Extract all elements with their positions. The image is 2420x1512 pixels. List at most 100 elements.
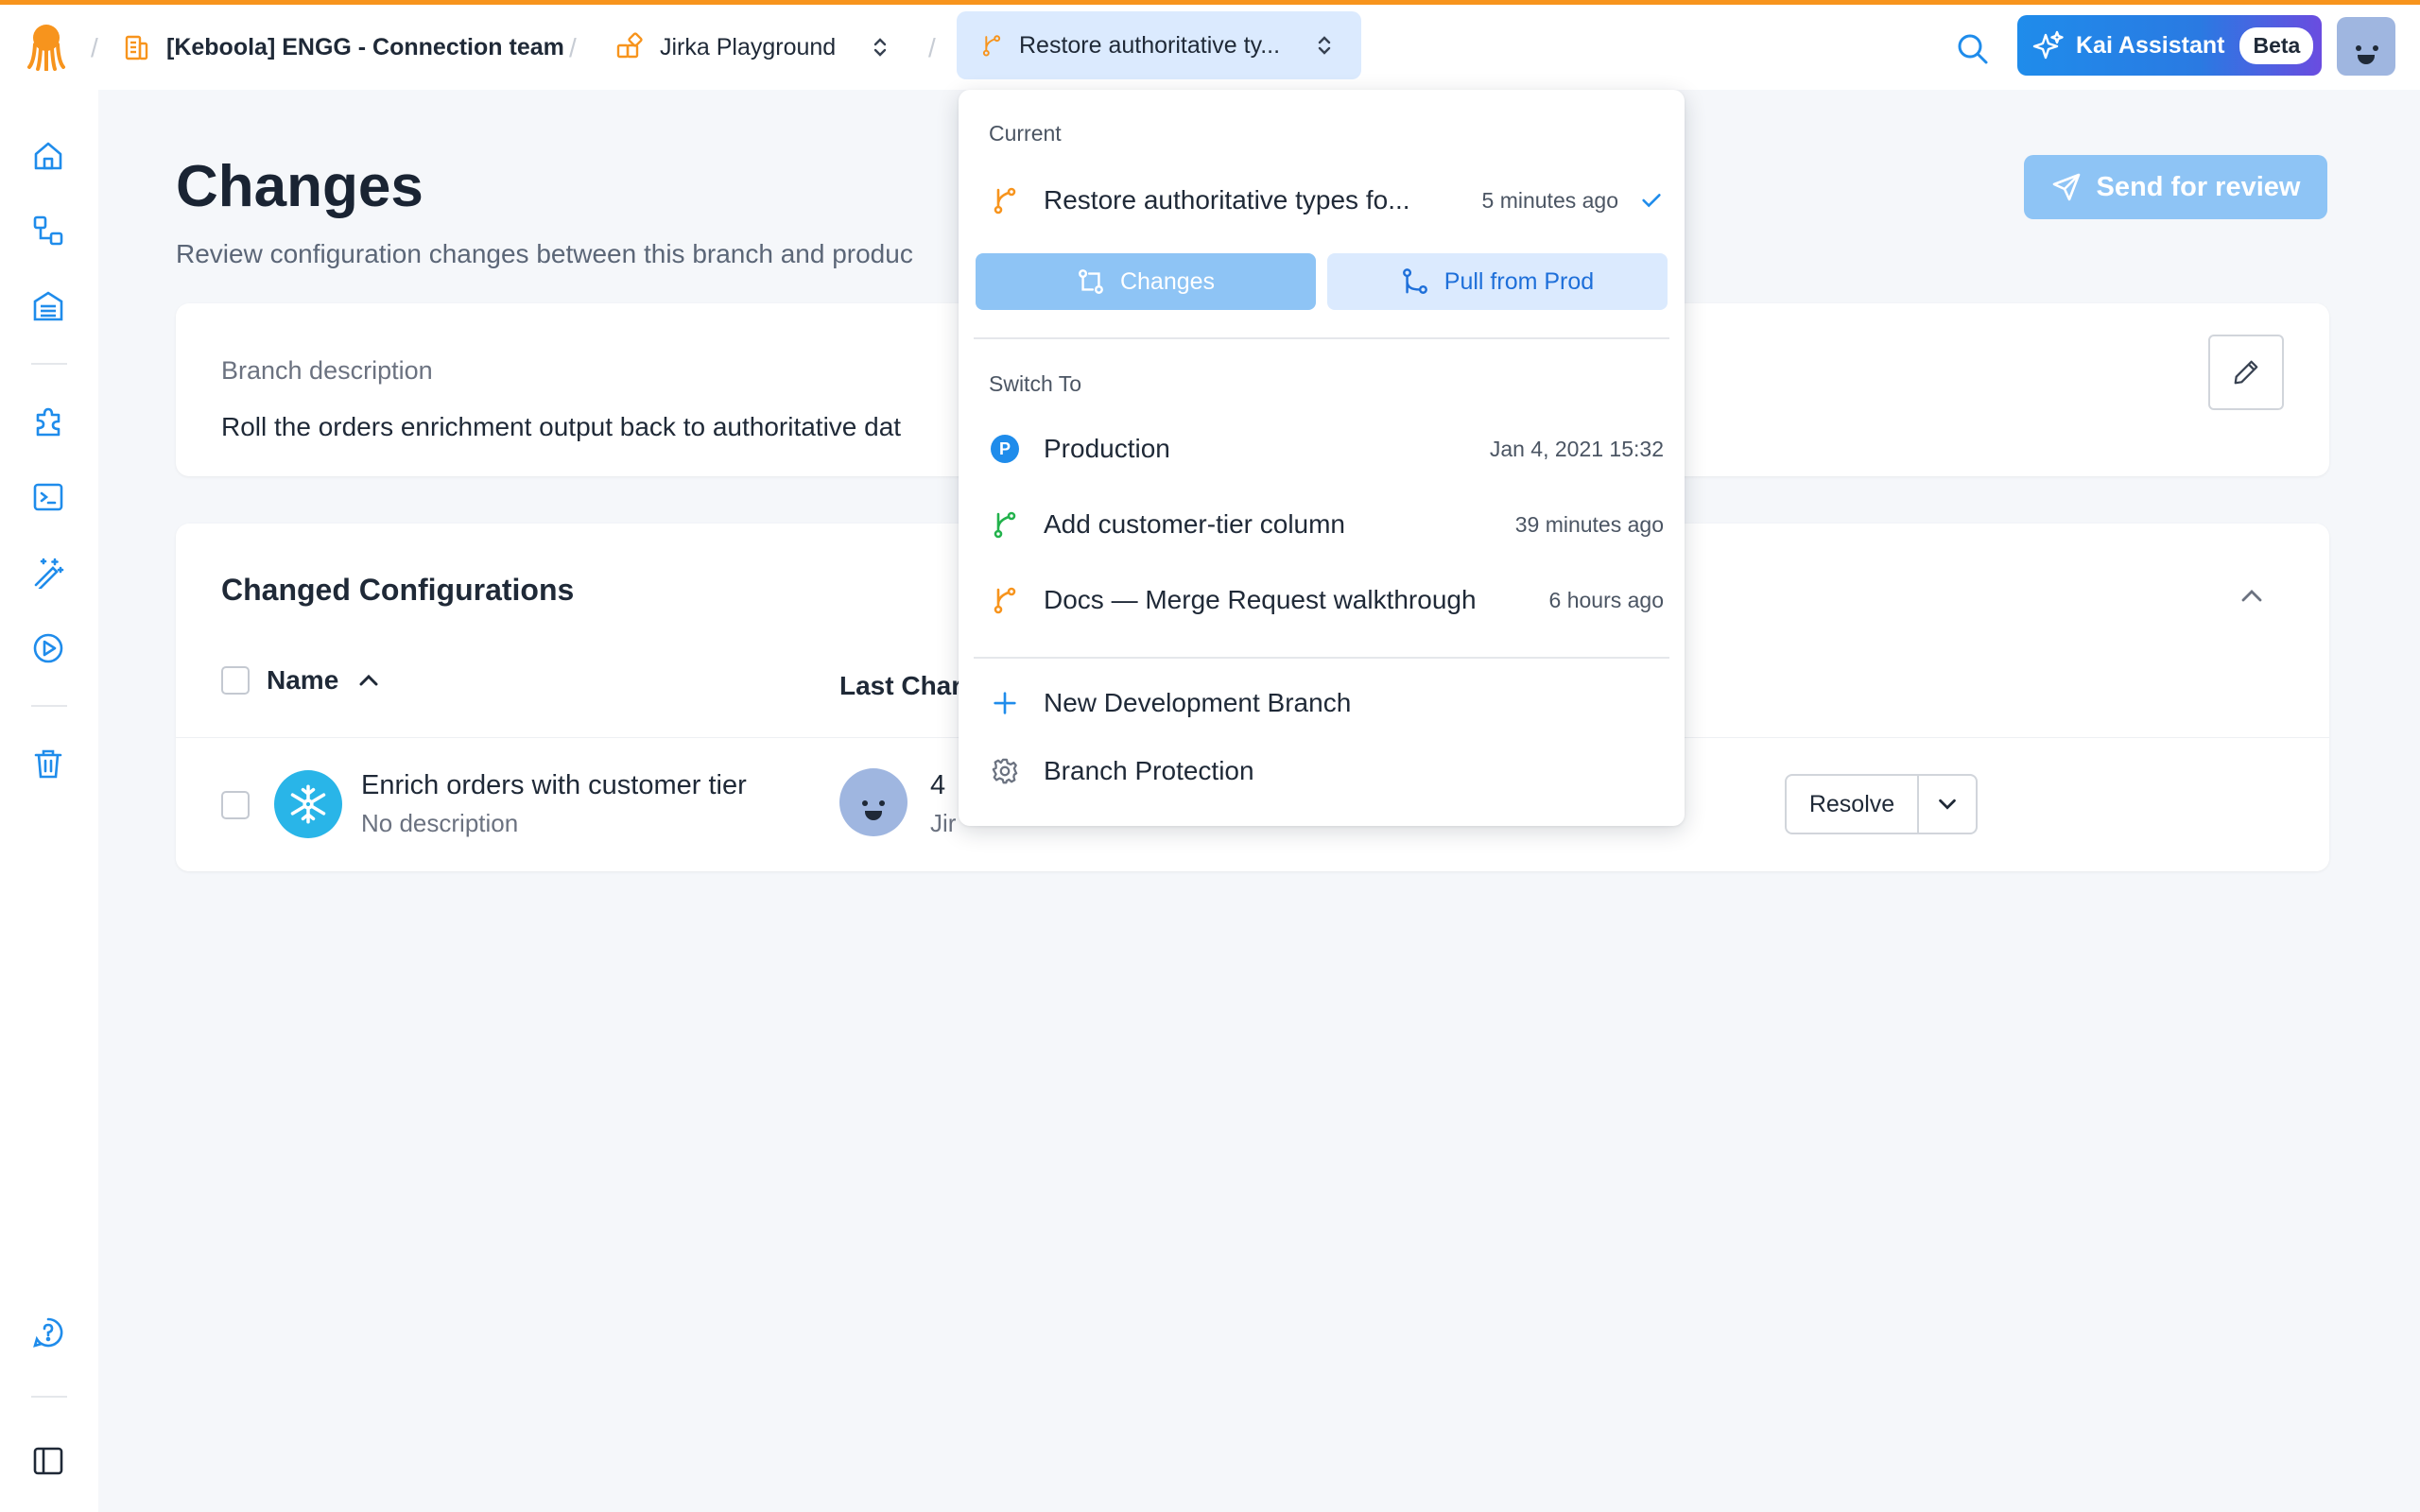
flows-icon[interactable] bbox=[32, 215, 64, 247]
branch-description-text: Roll the orders enrichment output back t… bbox=[221, 412, 902, 441]
current-branch-item[interactable]: Restore authoritative types fo... 5 minu… bbox=[989, 184, 1664, 216]
gear-icon bbox=[989, 755, 1021, 787]
git-pull-icon bbox=[1402, 268, 1427, 294]
resolve-options-button[interactable] bbox=[1919, 776, 1976, 833]
magic-wand-icon[interactable] bbox=[32, 557, 64, 589]
current-heading: Current bbox=[989, 121, 1062, 146]
checkmark-icon bbox=[1642, 194, 1661, 208]
branch-item-name: Docs — Merge Request walkthrough bbox=[1044, 585, 1477, 614]
branch-item-production[interactable]: P Production Jan 4, 2021 15:32 bbox=[989, 433, 1664, 465]
play-circle-icon[interactable] bbox=[32, 632, 64, 664]
change-summary: 4 bbox=[930, 770, 946, 800]
resolve-button-group: Resolve bbox=[1785, 774, 1978, 834]
branch-icon bbox=[989, 184, 1021, 216]
branch-item-time: 6 hours ago bbox=[1548, 587, 1664, 612]
menu-divider bbox=[974, 337, 1669, 339]
breadcrumb-separator: / bbox=[91, 33, 98, 62]
transformations-terminal-icon[interactable] bbox=[32, 481, 64, 513]
trash-icon[interactable] bbox=[32, 747, 64, 780]
changes-label: Changes bbox=[1119, 267, 1216, 295]
last-change-column-header[interactable]: Last Char bbox=[839, 671, 961, 701]
current-branch-time: 5 minutes ago bbox=[1481, 187, 1618, 213]
avatar-eye bbox=[862, 800, 868, 806]
breadcrumb-separator: / bbox=[928, 33, 936, 62]
breadcrumb-separator: / bbox=[569, 33, 577, 62]
resolve-button[interactable]: Resolve bbox=[1787, 776, 1919, 833]
avatar-eye bbox=[879, 800, 885, 806]
pencil-icon bbox=[2234, 360, 2258, 385]
plus-icon bbox=[989, 687, 1021, 719]
switch-to-heading: Switch To bbox=[989, 371, 1082, 396]
branch-icon-orange bbox=[989, 584, 1021, 616]
home-icon[interactable] bbox=[32, 140, 64, 172]
chevron-up-down-icon bbox=[1318, 36, 1331, 55]
avatar-eye bbox=[2373, 45, 2378, 51]
branch-item-time: 39 minutes ago bbox=[1514, 511, 1664, 537]
components-puzzle-icon[interactable] bbox=[32, 405, 64, 438]
branch-item-name: Add customer-tier column bbox=[1044, 509, 1346, 539]
help-circle-icon[interactable] bbox=[32, 1316, 64, 1349]
git-compare-icon bbox=[1079, 269, 1103, 294]
kai-assistant-button[interactable]: Kai Assistant Beta bbox=[2017, 15, 2322, 76]
change-author-name: Jir bbox=[930, 809, 957, 837]
organization-name: [Keboola] ENGG - Connection team bbox=[166, 33, 564, 60]
kai-assistant-label: Kai Assistant bbox=[2076, 31, 2225, 59]
page-subtitle: Review configuration changes between thi… bbox=[176, 239, 913, 268]
new-branch-label: New Development Branch bbox=[1044, 688, 1352, 717]
branch-item-time: Jan 4, 2021 15:32 bbox=[1489, 436, 1664, 461]
current-branch-name: Restore authoritative types fo... bbox=[1044, 185, 1410, 215]
changed-configurations-title: Changed Configurations bbox=[221, 573, 575, 607]
project-blocks-icon bbox=[616, 32, 643, 59]
branch-item-docs[interactable]: Docs — Merge Request walkthrough 6 hours… bbox=[989, 584, 1664, 616]
branch-icon-green bbox=[989, 508, 1021, 541]
avatar-eye bbox=[2356, 45, 2361, 51]
sidebar-divider bbox=[31, 705, 67, 707]
user-avatar[interactable] bbox=[2337, 17, 2395, 76]
send-icon bbox=[2052, 173, 2080, 201]
change-author-avatar bbox=[839, 768, 908, 836]
branch-selector[interactable]: Restore authoritative ty... bbox=[957, 11, 1362, 79]
sidebar-divider bbox=[31, 1396, 67, 1398]
select-all-checkbox[interactable] bbox=[221, 666, 250, 695]
branch-icon bbox=[982, 35, 1001, 57]
chevron-down-icon bbox=[1939, 799, 1956, 810]
branch-item-name: Production bbox=[1044, 434, 1170, 463]
avatar-mouth bbox=[865, 811, 882, 820]
sidebar-divider bbox=[31, 363, 67, 365]
pull-from-prod-button[interactable]: Pull from Prod bbox=[1327, 253, 1668, 310]
sidebar bbox=[0, 90, 98, 1512]
branch-item-customer-tier[interactable]: Add customer-tier column 39 minutes ago bbox=[989, 508, 1664, 541]
row-checkbox[interactable] bbox=[221, 791, 250, 819]
breadcrumb-organization[interactable]: [Keboola] ENGG - Connection team bbox=[121, 26, 564, 69]
menu-divider bbox=[974, 657, 1669, 659]
chevron-up-icon[interactable] bbox=[2237, 580, 2267, 610]
project-name: Jirka Playground bbox=[660, 33, 837, 60]
top-bar: / [Keboola] ENGG - Connection team / Jir… bbox=[0, 5, 2420, 90]
search-icon[interactable] bbox=[1957, 33, 1989, 65]
last-change-column-label: Last Char bbox=[839, 671, 962, 700]
branch-dropdown-menu: Current Restore authoritative types fo..… bbox=[959, 90, 1685, 826]
name-column-header[interactable]: Name bbox=[221, 665, 382, 696]
new-development-branch-item[interactable]: New Development Branch bbox=[989, 687, 1664, 719]
sort-ascending-icon[interactable] bbox=[355, 667, 382, 694]
edit-description-button[interactable] bbox=[2208, 335, 2284, 410]
chevron-up-down-icon bbox=[874, 38, 887, 57]
name-column-label: Name bbox=[267, 665, 339, 695]
pull-from-prod-label: Pull from Prod bbox=[1443, 267, 1595, 295]
sidebar-toggle-icon[interactable] bbox=[32, 1445, 64, 1477]
configuration-name[interactable]: Enrich orders with customer tier bbox=[361, 770, 747, 801]
snowflake-icon bbox=[274, 770, 342, 838]
keboola-logo-icon[interactable] bbox=[26, 22, 66, 71]
breadcrumb-project[interactable]: Jirka Playground bbox=[614, 26, 890, 69]
branch-protection-item[interactable]: Branch Protection bbox=[989, 755, 1664, 787]
storage-icon[interactable] bbox=[32, 290, 64, 322]
configuration-description: No description bbox=[361, 809, 519, 837]
beta-badge: Beta bbox=[2239, 26, 2314, 64]
send-for-review-button[interactable]: Send for review bbox=[2024, 155, 2327, 219]
branch-description-label: Branch description bbox=[221, 356, 433, 385]
branch-name: Restore authoritative ty... bbox=[1019, 31, 1281, 59]
send-for-review-label: Send for review bbox=[2096, 171, 2301, 202]
building-icon bbox=[125, 35, 148, 60]
sparkles-icon bbox=[2032, 30, 2064, 60]
changes-button[interactable]: Changes bbox=[976, 253, 1316, 310]
